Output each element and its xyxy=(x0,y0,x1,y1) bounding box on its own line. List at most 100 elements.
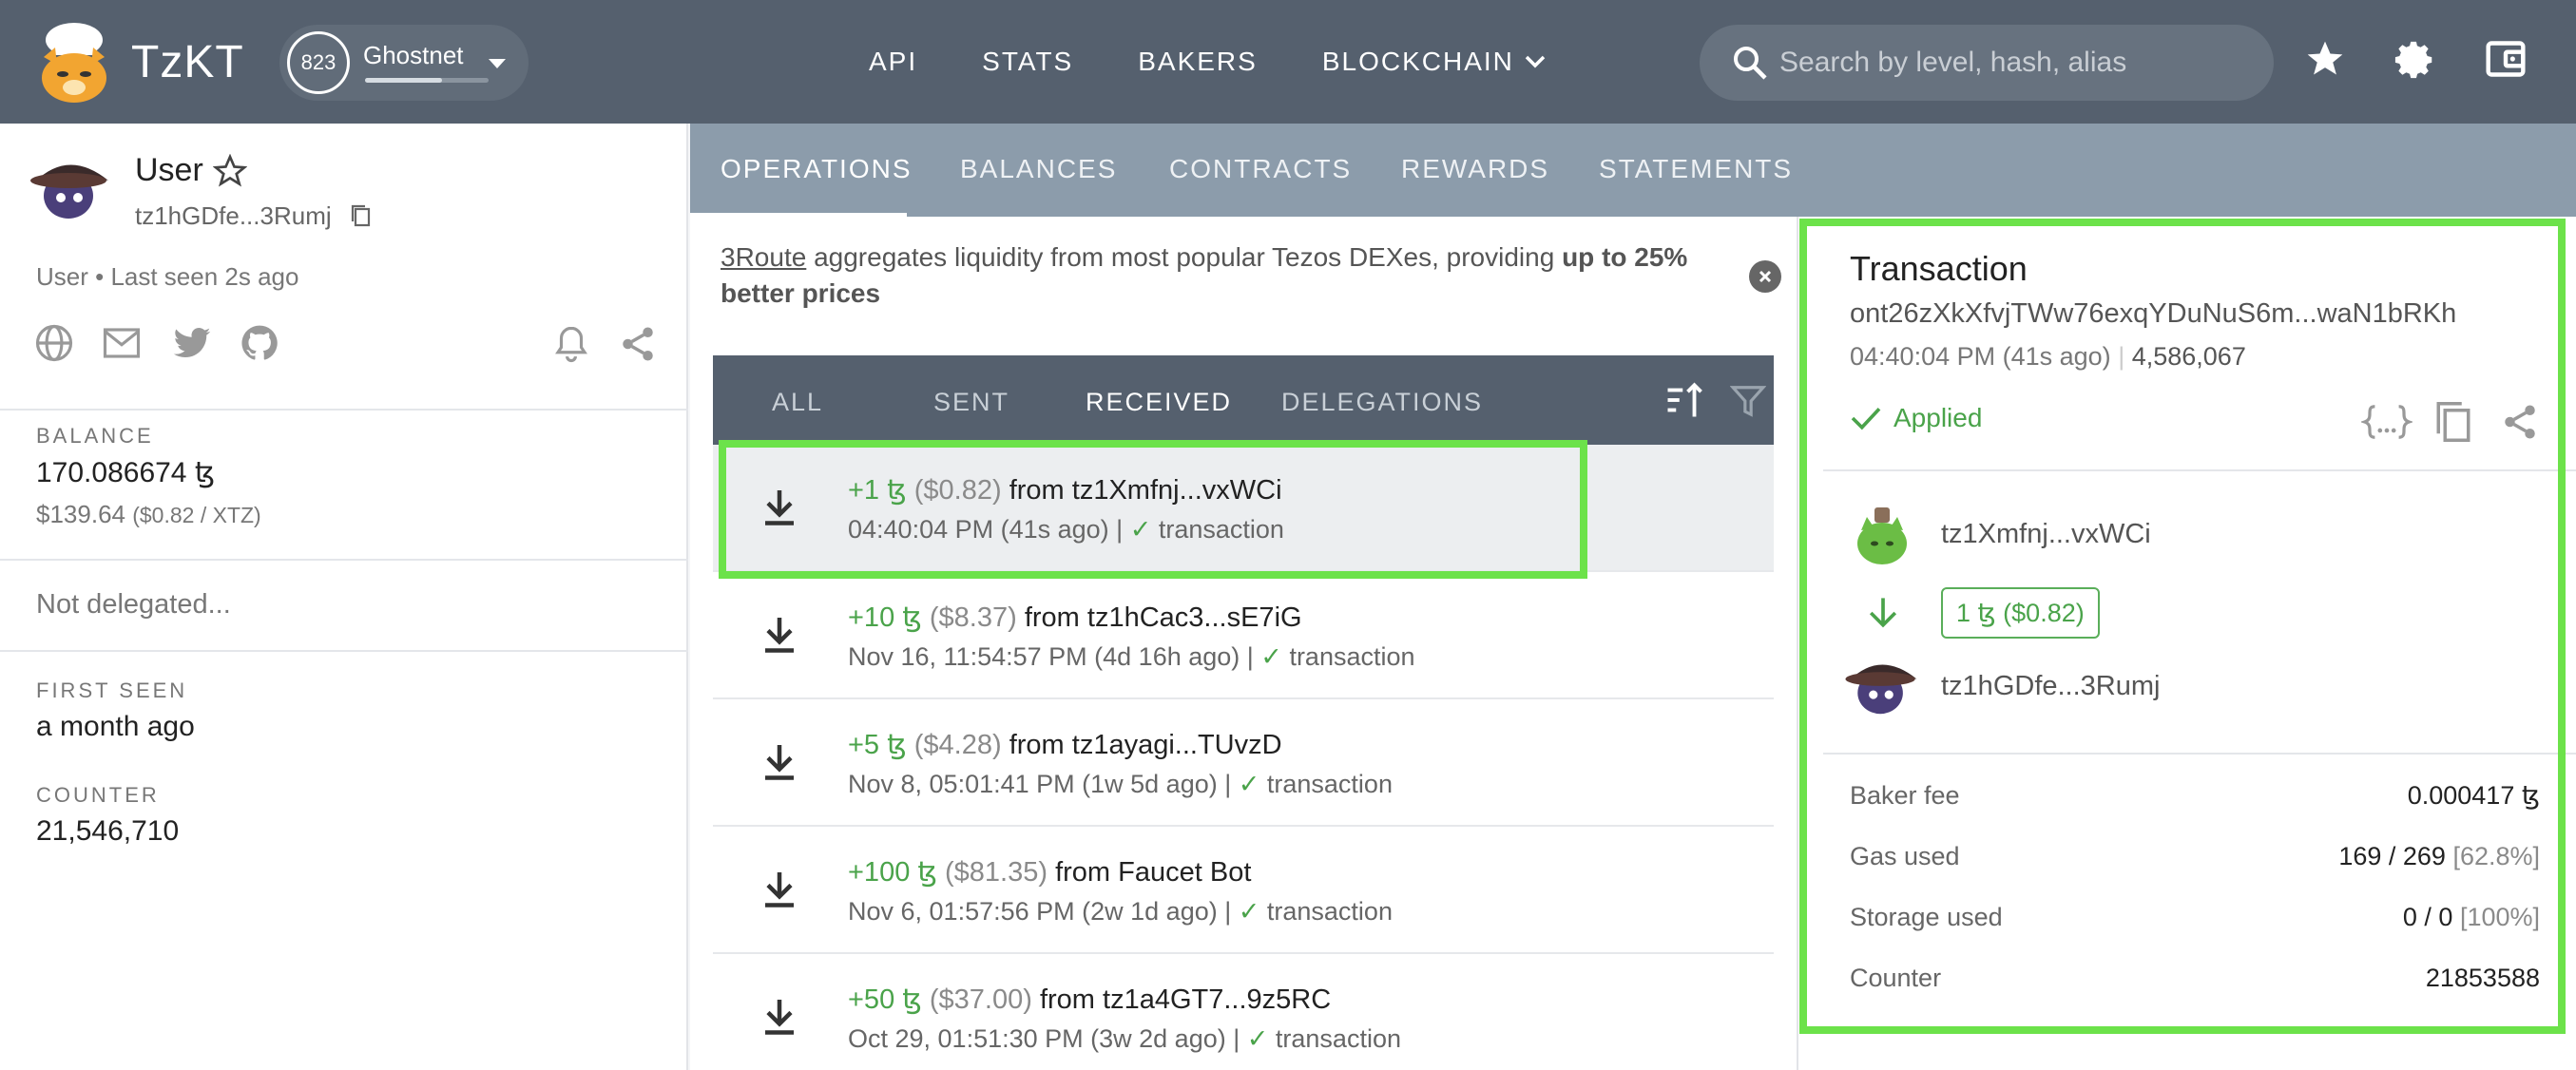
globe-icon[interactable] xyxy=(34,323,74,363)
favorite-star-icon[interactable] xyxy=(213,154,247,188)
op-sender[interactable]: tz1hCac3...sE7iG xyxy=(1087,602,1302,633)
list-item[interactable]: +5 ꜩ ($4.28) from tz1ayagi...TUvzD Nov 8… xyxy=(713,699,1774,827)
brand-name: TzKT xyxy=(131,36,244,87)
op-amount: +1 ꜩ xyxy=(848,475,907,506)
network-name: Ghostnet xyxy=(363,40,464,69)
storage-used-value: 0 / 0 xyxy=(2402,903,2453,931)
list-item[interactable]: +100 ꜩ ($81.35) from Faucet Bot Nov 6, 0… xyxy=(713,827,1774,954)
op-sender[interactable]: tz1Xmfnj...vxWCi xyxy=(1072,475,1282,506)
account-address[interactable]: tz1hGDfe...3Rumj xyxy=(135,201,332,231)
balance-usd-value: $139.64 xyxy=(36,500,125,528)
op-time: Nov 6, 01:57:56 PM (2w 1d ago) | xyxy=(848,897,1232,926)
promo-link[interactable]: 3Route xyxy=(721,242,806,272)
storage-used-row-value: 0 / 0 [100%] xyxy=(2403,903,2540,932)
op-sender[interactable]: Faucet Bot xyxy=(1118,857,1251,888)
cat-logo-icon xyxy=(42,23,106,103)
download-icon xyxy=(765,1000,794,1035)
filter-all[interactable]: ALL xyxy=(772,388,823,417)
sender-avatar xyxy=(1857,507,1907,564)
brand[interactable]: TzKT xyxy=(34,19,244,105)
filter-received[interactable]: RECEIVED xyxy=(1086,388,1232,417)
nav-bakers[interactable]: BAKERS xyxy=(1105,47,1290,77)
gas-used-value: 169 / 269 xyxy=(2338,842,2446,870)
list-item[interactable]: +50 ꜩ ($37.00) from tz1a4GT7...9z5RC Oct… xyxy=(713,954,1774,1070)
op-time: Nov 8, 05:01:41 PM (1w 5d ago) | xyxy=(848,770,1232,798)
tab-rewards[interactable]: REWARDS xyxy=(1401,154,1549,184)
tab-statements[interactable]: STATEMENTS xyxy=(1599,154,1793,184)
tab-balances[interactable]: BALANCES xyxy=(960,154,1117,184)
tx-sender[interactable]: tz1Xmfnj...vxWCi xyxy=(1941,519,2151,550)
nav-api-label: API xyxy=(869,47,918,76)
check-icon: ✓ xyxy=(1129,515,1152,544)
share-icon[interactable] xyxy=(2500,399,2540,445)
nav-stats[interactable]: STATS xyxy=(950,47,1105,77)
filter-sent[interactable]: SENT xyxy=(933,388,1009,417)
op-type: transaction xyxy=(1275,1024,1401,1053)
tx-target[interactable]: tz1hGDfe...3Rumj xyxy=(1941,671,2160,702)
balance-value: 170.086674 ꜩ xyxy=(36,457,216,488)
tx-level[interactable]: 4,586,067 xyxy=(2132,342,2246,371)
nav-api[interactable]: API xyxy=(836,47,950,77)
cycle-number: 823 xyxy=(300,50,336,74)
chevron-down-icon xyxy=(1525,55,1546,68)
divider xyxy=(0,650,688,652)
list-item[interactable]: +1 ꜩ ($0.82) from tz1Xmfnj...vxWCi 04:40… xyxy=(713,445,1774,572)
op-type: transaction xyxy=(1266,897,1393,926)
op-from-label: from xyxy=(1039,984,1095,1015)
search-box[interactable] xyxy=(1700,25,2274,101)
counter-label: COUNTER xyxy=(36,783,160,807)
list-item[interactable]: +10 ꜩ ($8.37) from tz1hCac3...sE7iG Nov … xyxy=(713,572,1774,699)
star-icon[interactable] xyxy=(2304,38,2346,80)
filter-delegations[interactable]: DELEGATIONS xyxy=(1281,388,1483,417)
main-nav: API STATS BAKERS BLOCKCHAIN xyxy=(836,0,1579,124)
network-progress xyxy=(365,78,489,83)
account-tabs: OPERATIONS BALANCES CONTRACTS REWARDS ST… xyxy=(690,124,2576,217)
twitter-icon[interactable] xyxy=(171,323,213,363)
check-icon: ✓ xyxy=(1260,642,1282,671)
tx-hash[interactable]: ont26zXkXfvjTWw76exqYDuNuS6m...waN1bRKh xyxy=(1850,298,2456,330)
bell-icon[interactable] xyxy=(551,323,591,365)
op-details: 04:40:04 PM (41s ago) | ✓ transaction xyxy=(848,515,1284,545)
github-icon[interactable] xyxy=(240,323,279,363)
sort-icon[interactable] xyxy=(1663,380,1705,420)
json-icon[interactable] xyxy=(2361,399,2413,445)
storage-used-label: Storage used xyxy=(1850,903,2003,931)
mail-icon[interactable] xyxy=(101,323,143,363)
op-sender[interactable]: tz1a4GT7...9z5RC xyxy=(1103,984,1331,1015)
copy-icon[interactable] xyxy=(350,203,373,228)
balance-usd: $139.64 ($0.82 / XTZ) xyxy=(36,500,261,529)
account-meta: User • Last seen 2s ago xyxy=(36,262,299,291)
op-from-label: from xyxy=(1055,857,1111,888)
divider xyxy=(1823,753,2576,755)
cycle-indicator: 823 xyxy=(287,31,350,94)
balance-label: BALANCE xyxy=(36,424,154,448)
check-icon: ✓ xyxy=(1238,897,1260,926)
op-amount: +50 ꜩ xyxy=(848,984,922,1015)
first-seen-value: a month ago xyxy=(36,711,195,742)
search-input[interactable] xyxy=(1779,47,2255,79)
network-progress-fill xyxy=(365,78,442,83)
promo-banner: 3Route aggregates liquidity from most po… xyxy=(721,239,1728,312)
gear-icon[interactable] xyxy=(2393,38,2437,82)
counter-label: Counter xyxy=(1850,964,1942,992)
op-sender[interactable]: tz1ayagi...TUvzD xyxy=(1072,730,1282,760)
wallet-icon[interactable] xyxy=(2485,38,2527,80)
copy-icon[interactable] xyxy=(2433,399,2473,445)
download-icon xyxy=(765,490,794,525)
op-amount: +10 ꜩ xyxy=(848,602,922,633)
op-from-label: from xyxy=(1009,730,1065,760)
share-icon[interactable] xyxy=(618,323,658,365)
network-selector[interactable]: 823 Ghostnet xyxy=(279,25,529,101)
tab-contracts[interactable]: CONTRACTS xyxy=(1169,154,1352,184)
delegation-status[interactable]: Not delegated... xyxy=(36,589,231,621)
tab-operations[interactable]: OPERATIONS xyxy=(721,154,913,184)
filter-icon[interactable] xyxy=(1730,382,1766,420)
close-icon[interactable] xyxy=(1749,260,1781,293)
divider xyxy=(1823,469,2576,471)
operations-column: 3Route aggregates liquidity from most po… xyxy=(690,217,1797,1070)
first-seen-label: FIRST SEEN xyxy=(36,678,188,702)
nav-blockchain[interactable]: BLOCKCHAIN xyxy=(1290,47,1579,77)
gas-used-row-value: 169 / 269 [62.8%] xyxy=(2338,842,2540,871)
download-icon xyxy=(765,618,794,653)
gas-used-percent: [62.8%] xyxy=(2452,842,2540,870)
